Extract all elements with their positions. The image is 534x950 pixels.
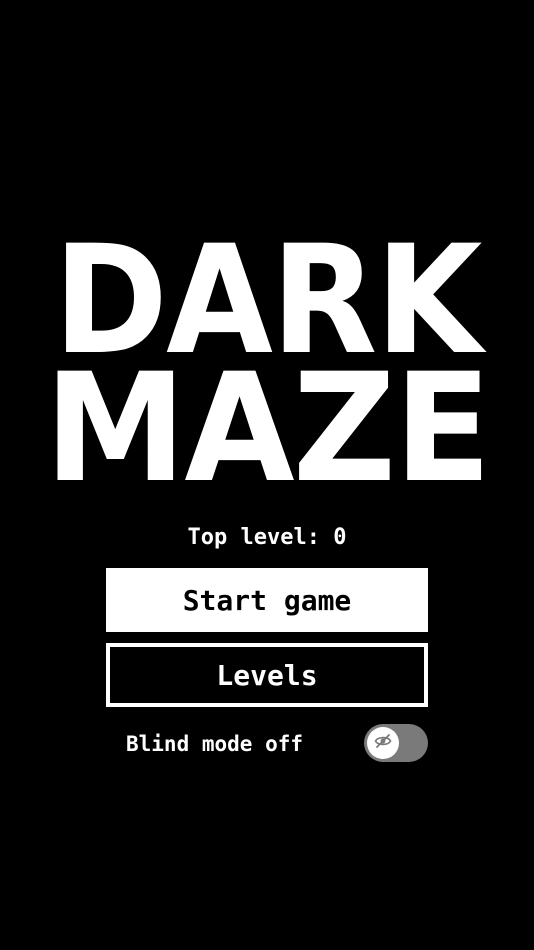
top-level-text: Top level: 0 xyxy=(187,525,347,550)
blind-mode-toggle[interactable] xyxy=(364,724,428,762)
levels-button[interactable]: Levels xyxy=(106,643,428,707)
blind-mode-label: Blind mode off xyxy=(126,732,304,756)
toggle-knob xyxy=(367,727,399,759)
game-title-line-2: MAZE xyxy=(44,342,491,516)
eye-off-icon xyxy=(374,732,392,755)
levels-label: Levels xyxy=(216,658,318,692)
start-game-button[interactable]: Start game xyxy=(106,568,428,632)
blind-mode-row: Blind mode off xyxy=(126,724,428,764)
start-game-label: Start game xyxy=(182,583,352,617)
